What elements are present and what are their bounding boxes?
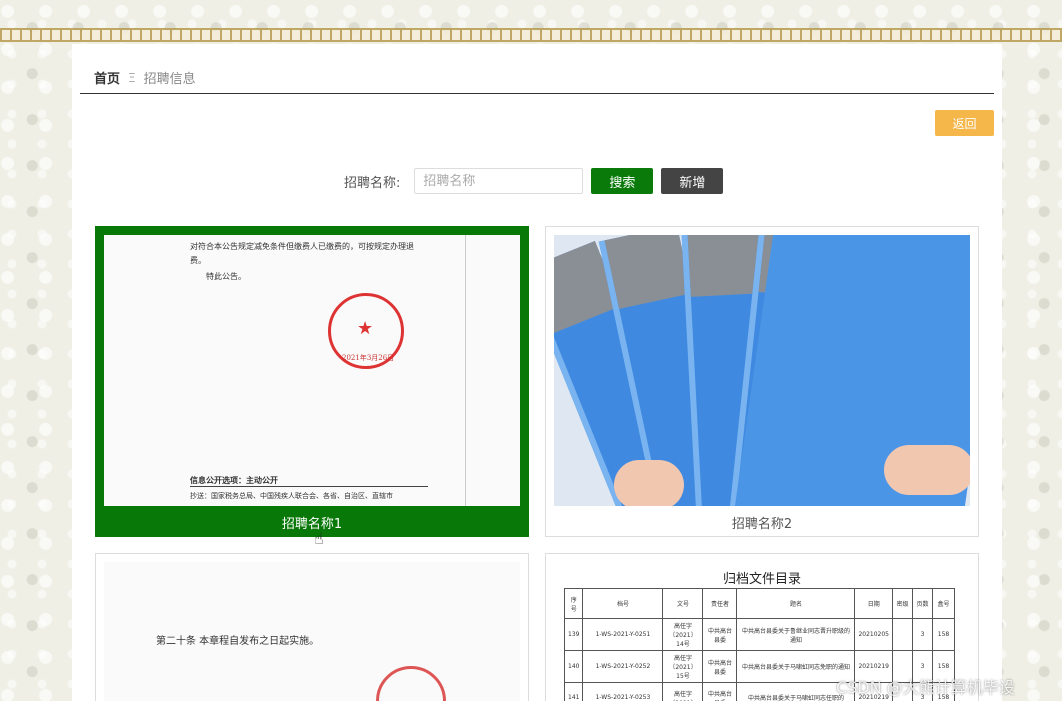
hand-shape bbox=[614, 460, 684, 506]
table-cell: 139 bbox=[563, 618, 584, 651]
table-header: 序号 bbox=[563, 588, 584, 619]
doc-line: 特此公告。 bbox=[206, 272, 246, 281]
hand-cursor-icon: ☝ bbox=[314, 529, 324, 548]
doc-line: 费。 bbox=[190, 256, 206, 265]
add-button[interactable]: 新增 bbox=[661, 168, 724, 194]
table-cell: 中共高台县委 bbox=[702, 618, 738, 651]
table-cell: 141 bbox=[563, 682, 584, 701]
table-cell: 20210205 bbox=[854, 618, 893, 651]
table-cell: 1-WS-2021-Y-0251 bbox=[582, 618, 664, 651]
back-button[interactable]: 返回 bbox=[935, 110, 994, 136]
doc-line: 对符合本公告规定减免条件但缴费人已缴费的，可按规定办理退 bbox=[190, 242, 414, 251]
search-button[interactable]: 搜索 bbox=[591, 168, 654, 194]
table-cell: 158 bbox=[932, 618, 955, 651]
table-cell: 高任字〔2021〕 bbox=[662, 682, 704, 701]
star-icon: ★ bbox=[357, 318, 374, 339]
card-caption: 招聘名称1 bbox=[281, 517, 343, 532]
breadcrumb-current: 招聘信息 bbox=[143, 72, 196, 87]
table-header: 日期 bbox=[854, 588, 893, 619]
table-row: 139 1-WS-2021-Y-0251 高任字〔2021〕14号 中共高台县委… bbox=[563, 618, 955, 651]
table-header: 题名 bbox=[736, 588, 856, 619]
table-cell: 3 bbox=[912, 618, 933, 651]
table-header: 盒号 bbox=[932, 588, 955, 619]
table-cell: 中共高台县委 bbox=[702, 650, 738, 683]
table-header: 文号 bbox=[662, 588, 704, 619]
table-cell: 中共高台县委关于鲁继业同志晋升职级的通知 bbox=[736, 618, 856, 651]
doc-rule bbox=[190, 486, 428, 487]
card-caption: 招聘名称2 bbox=[731, 517, 793, 532]
official-seal bbox=[376, 666, 446, 701]
doc-text: 第二十条 本章程自发布之日起实施。 bbox=[156, 636, 320, 647]
table-cell: 1-WS-2021-Y-0253 bbox=[582, 682, 664, 701]
card-image bbox=[554, 235, 970, 506]
table-cell: 1-WS-2021-Y-0252 bbox=[582, 650, 664, 683]
doc-footer: 信息公开选项：主动公开 bbox=[190, 475, 278, 485]
table-title: 归档文件目录 bbox=[722, 572, 801, 587]
doc-divider bbox=[465, 235, 466, 506]
card-image: 对符合本公告规定减免条件但缴费人已缴费的，可按规定办理退 费。 特此公告。 ★ … bbox=[104, 235, 520, 506]
table-header: 责任者 bbox=[702, 588, 738, 619]
recruitment-card-3[interactable]: 第二十条 本章程自发布之日起实施。 bbox=[95, 553, 529, 701]
folders-photo bbox=[554, 235, 970, 506]
breadcrumb: 首页 Ξ 招聘信息 bbox=[80, 62, 994, 94]
search-bar: 招聘名称: 搜索 新增 bbox=[344, 168, 724, 194]
table-cell: 高任字〔2021〕15号 bbox=[662, 650, 704, 683]
card-image: 第二十条 本章程自发布之日起实施。 bbox=[104, 562, 520, 701]
table-cell: 高任字〔2021〕14号 bbox=[662, 618, 704, 651]
table-cell: 中共高台县委 bbox=[702, 682, 738, 701]
recruitment-card-2[interactable]: 招聘名称2 bbox=[545, 226, 979, 537]
doc-footer-2: 抄送：国家税务总局、中国残疾人联合会、各省、自治区、直辖市 bbox=[190, 492, 393, 500]
search-input[interactable] bbox=[414, 168, 584, 194]
table-header: 密级 bbox=[892, 588, 913, 619]
decorative-border bbox=[0, 28, 1062, 42]
watermark: CSDN @大熊计算机毕设 bbox=[836, 678, 1015, 697]
table-header: 档号 bbox=[582, 588, 664, 619]
breadcrumb-home[interactable]: 首页 bbox=[94, 68, 120, 87]
recruitment-card-1[interactable]: 对符合本公告规定减免条件但缴费人已缴费的，可按规定办理退 费。 特此公告。 ★ … bbox=[95, 226, 529, 537]
search-label: 招聘名称: bbox=[344, 175, 401, 191]
table-header: 页数 bbox=[912, 588, 933, 619]
breadcrumb-separator-icon: Ξ bbox=[128, 70, 136, 85]
table-cell: 140 bbox=[563, 650, 584, 683]
hand-shape bbox=[884, 445, 970, 495]
table-cell bbox=[892, 618, 913, 651]
seal-date: 2021年3月26日 bbox=[342, 354, 395, 362]
